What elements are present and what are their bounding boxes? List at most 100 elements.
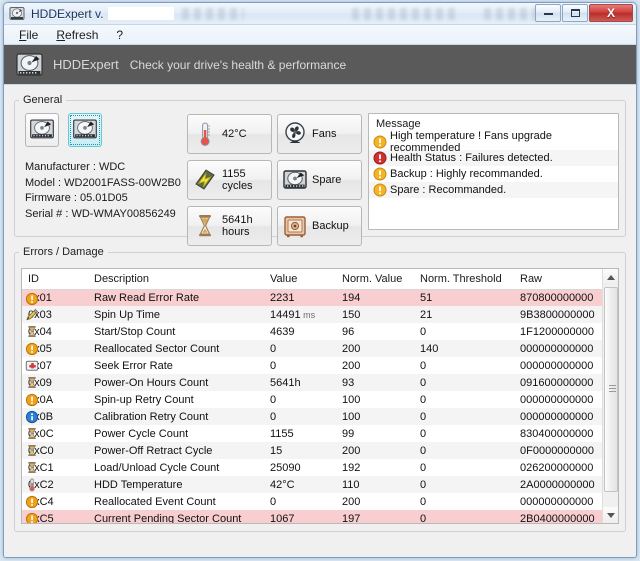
cell-norm-threshold: 0 xyxy=(420,478,427,491)
scrollbar-thumb[interactable] xyxy=(604,287,618,492)
cell-norm-threshold: 0 xyxy=(420,376,427,389)
hours-button[interactable]: 5641h hours xyxy=(187,206,272,246)
cell-norm-value: 200 xyxy=(342,359,361,372)
general-legend: General xyxy=(23,94,63,106)
alert-icon xyxy=(25,341,39,356)
cell-norm-value: 197 xyxy=(342,512,361,524)
drive-tile-1[interactable] xyxy=(25,113,59,147)
col-thr[interactable]: Norm. Threshold xyxy=(414,269,514,290)
minimize-icon xyxy=(543,12,553,15)
table-row[interactable]: 0xC2 HDD Temperature 42°C 110 0 2A0000000000 xyxy=(22,476,618,493)
alert-icon xyxy=(25,511,39,523)
table-row[interactable]: 0x07 Seek Error Rate 0 200 0 000000000000 xyxy=(22,357,618,374)
error-icon xyxy=(373,151,387,165)
cell-id: 0xC4 xyxy=(22,493,88,510)
drive-tiles xyxy=(25,113,187,147)
cell-description: Seek Error Rate xyxy=(94,359,173,372)
maximize-icon xyxy=(570,9,580,17)
table-row[interactable]: 0x05 Reallocated Sector Count 0 200 140 00000… xyxy=(22,340,618,357)
table-row[interactable]: 0x0A Spin-up Retry Count 0 100 0 000000000000 xyxy=(22,391,618,408)
message-text: Backup : Highly recommanded. xyxy=(390,168,543,180)
safe-icon xyxy=(283,213,307,239)
pencil-icon xyxy=(25,307,39,322)
hdd-icon xyxy=(16,52,43,78)
cell-value: 0 xyxy=(270,410,277,423)
cell-norm-value: 194 xyxy=(342,291,361,304)
table-scrollbar[interactable] xyxy=(602,269,618,523)
cell-norm-value: 200 xyxy=(342,495,361,508)
cycles-button[interactable]: 1155 cycles xyxy=(187,160,272,200)
close-icon: X xyxy=(606,6,615,20)
cell-id: 0x07 xyxy=(22,357,88,374)
firmware-line: Firmware : 05.01D05 xyxy=(25,192,128,204)
cell-description: Load/Unload Cycle Count xyxy=(94,461,220,474)
cell-description: Current Pending Sector Count xyxy=(94,512,242,524)
drive-info-panel: Manufacturer : WDC Model : WD2001FASS-00… xyxy=(21,111,187,236)
cell-unit: ms xyxy=(300,309,316,320)
chevron-down-icon xyxy=(607,512,615,518)
cell-value: 0 xyxy=(270,359,277,372)
cell-norm-value: 192 xyxy=(342,461,361,474)
fans-label: Fans xyxy=(312,127,337,140)
manufacturer-line: Manufacturer : WDC xyxy=(25,161,126,173)
fans-button[interactable]: Fans xyxy=(277,114,362,154)
table-row[interactable]: 0xC1 Load/Unload Cycle Count 25090 192 0 0262… xyxy=(22,459,618,476)
message-text: High temperature ! Fans upgrade recommen… xyxy=(390,130,553,154)
spare-label: Spare xyxy=(312,173,342,186)
serial-line: Serial # : WD-WMAY00856249 xyxy=(25,207,176,220)
cell-id: 0x03 xyxy=(22,306,88,323)
hours-label: 5641h hours xyxy=(222,213,253,239)
cell-norm-threshold: 140 xyxy=(420,342,439,355)
table-row[interactable]: 0x01 Raw Read Error Rate 2231 194 51 87080000… xyxy=(22,289,618,306)
menu-help[interactable]: ? xyxy=(107,26,132,44)
table-row[interactable]: 0x0C Power Cycle Count 1155 99 0 830400000000 xyxy=(22,425,618,442)
col-desc[interactable]: Description xyxy=(88,269,264,290)
hourglass-icon xyxy=(25,426,39,441)
backup-button[interactable]: Backup xyxy=(277,206,362,246)
temperature-button[interactable]: 42°C xyxy=(187,114,272,154)
cell-value: 0 xyxy=(270,342,277,355)
table-row[interactable]: 0x04 Start/Stop Count 4639 96 0 1F1200000000 xyxy=(22,323,618,340)
brand-name: HDDExpert xyxy=(53,57,119,72)
warning-icon xyxy=(373,167,387,181)
cell-description: Power-Off Retract Cycle xyxy=(94,444,213,457)
scroll-down-button[interactable] xyxy=(603,507,618,523)
spare-button[interactable]: Spare xyxy=(277,160,362,200)
drive-tile-2[interactable] xyxy=(68,113,102,147)
table-row[interactable]: 0x03 Spin Up Time 14491 ms 150 21 9B380000000… xyxy=(22,306,618,323)
cell-norm-value: 99 xyxy=(342,427,355,440)
cell-norm-threshold: 0 xyxy=(420,512,427,524)
table-row[interactable]: 0xC4 Reallocated Event Count 0 200 0 00000000… xyxy=(22,493,618,510)
minimize-button[interactable] xyxy=(535,4,561,22)
cell-norm-threshold: 0 xyxy=(420,393,427,406)
cell-norm-threshold: 0 xyxy=(420,444,427,457)
title-redaction-2 xyxy=(182,7,245,20)
maximize-button[interactable] xyxy=(562,4,588,22)
model-line: Model : WD2001FASS-00W2B0 xyxy=(25,176,181,189)
col-norm[interactable]: Norm. Value xyxy=(336,269,414,290)
cell-id: 0x05 xyxy=(22,340,88,357)
errors-group: Errors / Damage ID Description Value Nor… xyxy=(14,246,626,532)
alert-icon xyxy=(25,392,39,407)
col-id[interactable]: ID xyxy=(22,269,88,290)
cell-value: 14491 ms xyxy=(270,308,316,321)
close-button[interactable]: X xyxy=(589,4,633,22)
col-value[interactable]: Value xyxy=(264,269,336,290)
brand-tagline: Check your drive's health & performance xyxy=(129,57,347,72)
errors-legend: Errors / Damage xyxy=(23,246,104,258)
table-row[interactable]: 0x0B Calibration Retry Count 0 100 0 00000000… xyxy=(22,408,618,425)
cell-norm-value: 100 xyxy=(342,393,361,406)
cell-value: 2231 xyxy=(270,291,295,304)
scroll-up-button[interactable] xyxy=(603,269,618,285)
table-row[interactable]: 0xC5 Current Pending Sector Count 1067 197 0… xyxy=(22,510,618,524)
cell-norm-value: 96 xyxy=(342,325,355,338)
lightning-icon xyxy=(193,167,217,193)
cell-description: HDD Temperature xyxy=(94,478,183,491)
table-row[interactable]: 0x09 Power-On Hours Count 5641h 93 0 09160000… xyxy=(22,374,618,391)
table-row[interactable]: 0xC0 Power-Off Retract Cycle 15 200 0 0F00000… xyxy=(22,442,618,459)
thermometer-icon xyxy=(193,121,217,147)
chevron-up-icon xyxy=(607,274,615,280)
menu-refresh[interactable]: Refresh xyxy=(47,26,107,44)
cell-id: 0x0A xyxy=(22,391,88,408)
menu-file[interactable]: FFileile xyxy=(10,26,47,44)
